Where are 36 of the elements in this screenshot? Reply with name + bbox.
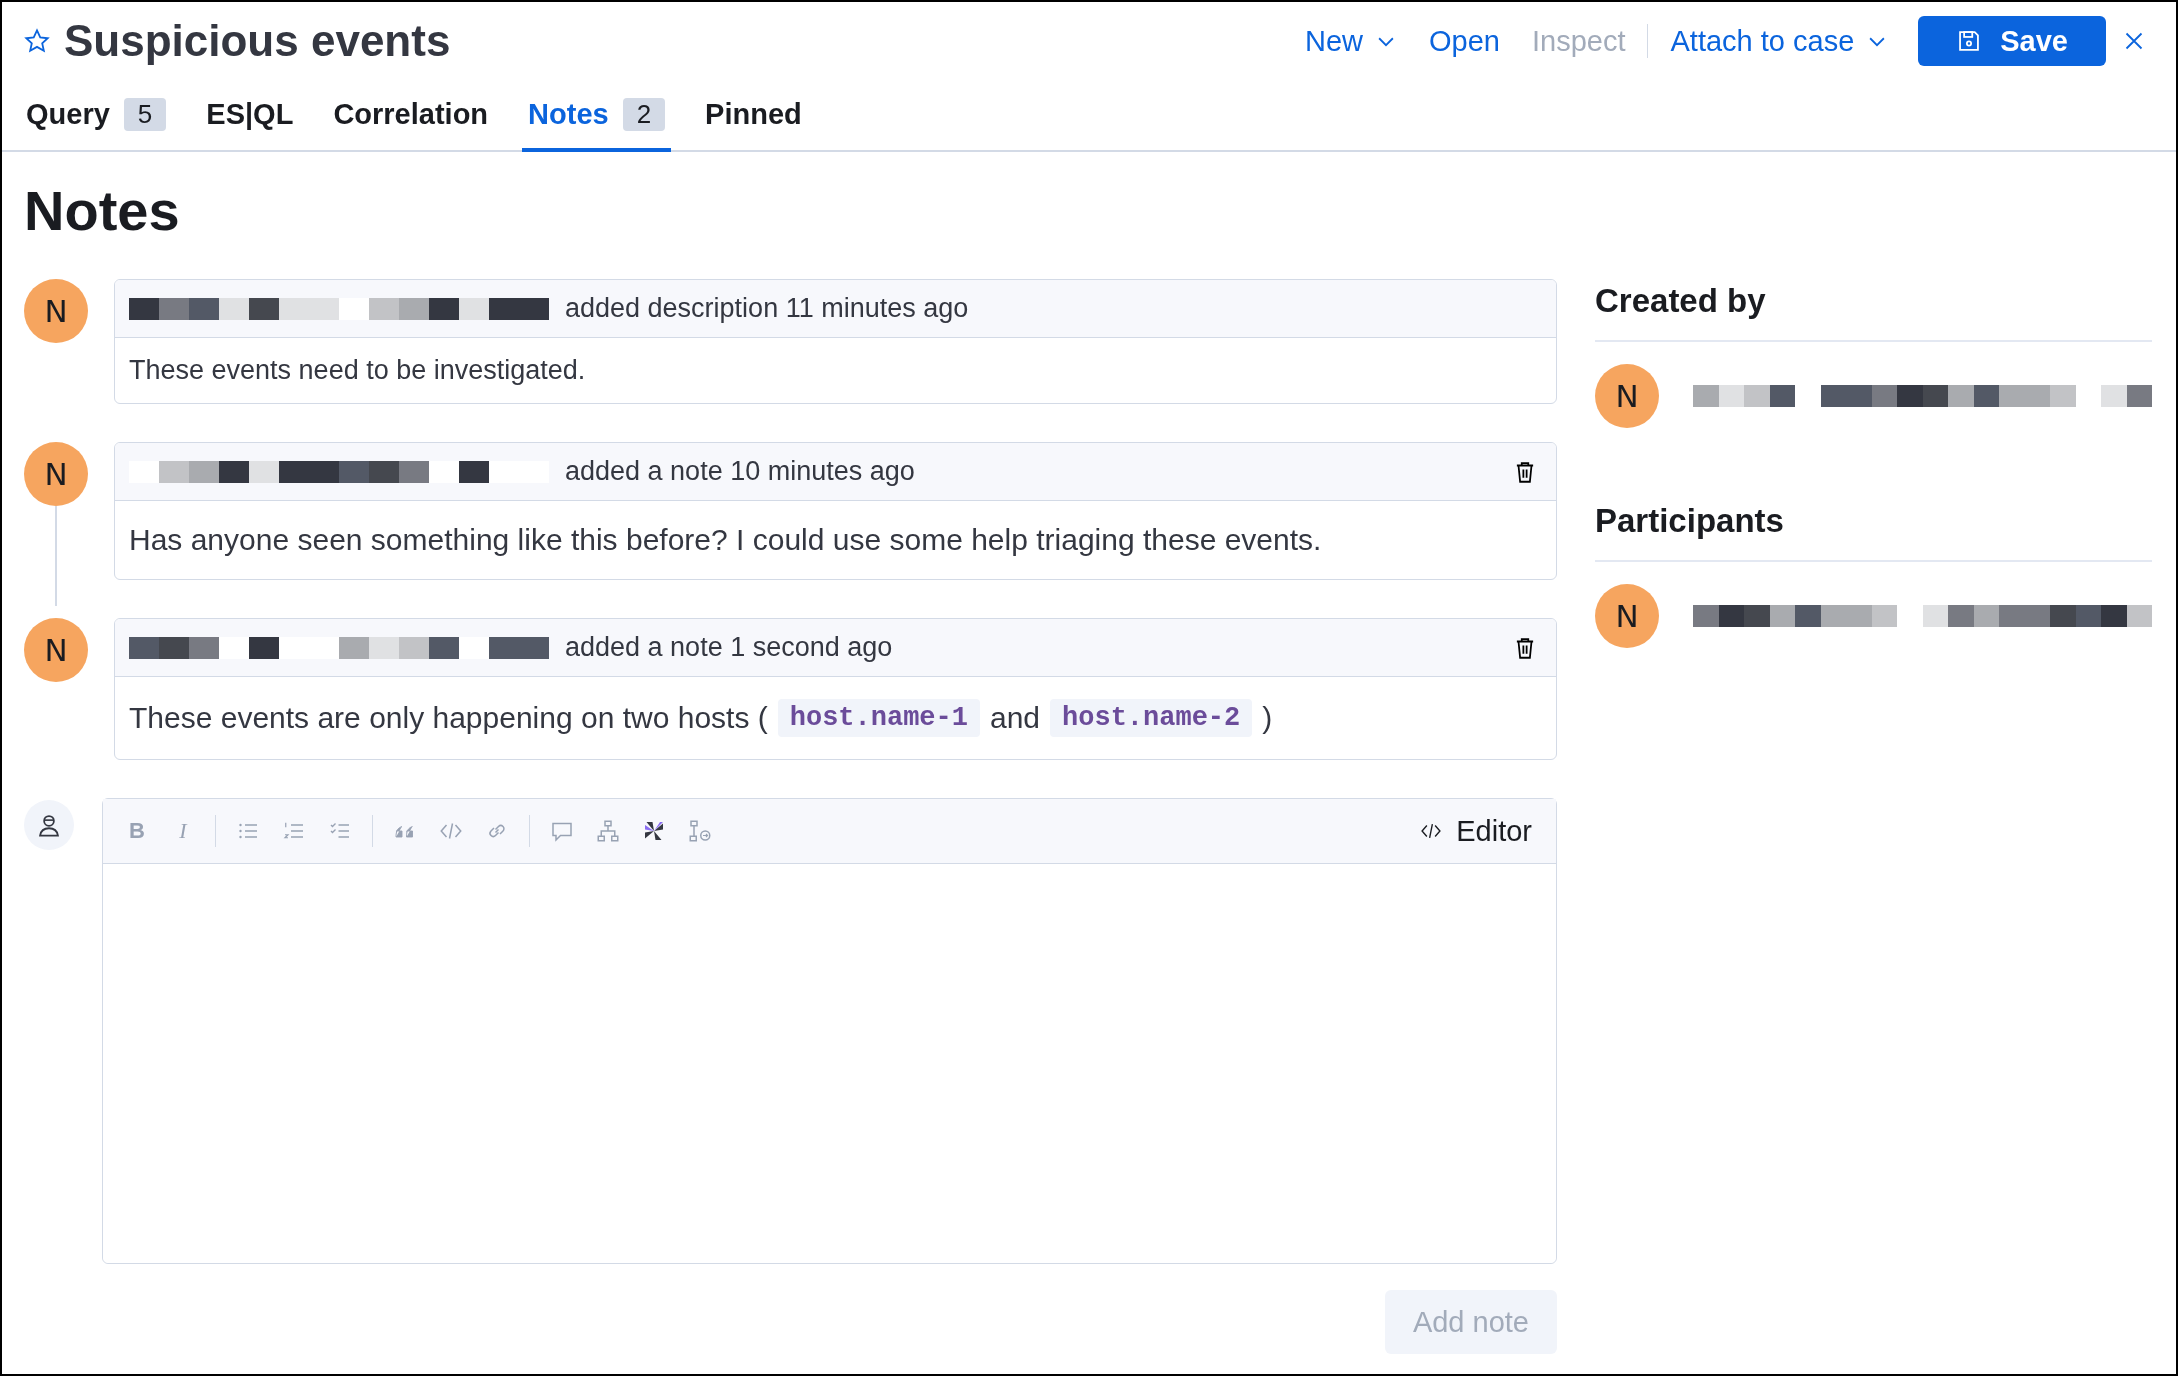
user-avatar: N bbox=[24, 442, 88, 506]
note-meta: added a note 10 minutes ago bbox=[565, 456, 916, 487]
note-meta: added a note 1 second ago bbox=[565, 632, 894, 663]
note-meta: added description 11 minutes ago bbox=[565, 293, 970, 324]
tab[interactable]: Pinned bbox=[699, 80, 808, 152]
code-snippet: host.name-2 bbox=[1050, 699, 1253, 737]
editor-mode-button[interactable]: Editor bbox=[1414, 813, 1538, 849]
page-heading: Notes bbox=[24, 178, 181, 243]
pinwheel-icon bbox=[642, 819, 666, 843]
tab[interactable]: Correlation bbox=[327, 80, 495, 152]
note-text: These events need to be investigated. bbox=[129, 355, 586, 386]
tree-arrow-icon bbox=[688, 819, 712, 843]
menu-button[interactable]: New bbox=[1289, 18, 1414, 64]
section-heading: Created by bbox=[1595, 282, 2152, 342]
tab[interactable]: ES|QL bbox=[200, 80, 300, 152]
menu-button[interactable]: Attach to case bbox=[1654, 18, 1905, 64]
user-avatar: N bbox=[1595, 584, 1659, 648]
note-text: and bbox=[989, 701, 1041, 735]
link-button[interactable]: Open bbox=[1413, 18, 1516, 64]
note-text: Has anyone seen something like this before? I could use some help triaging these events. bbox=[129, 523, 1322, 557]
tab[interactable]: Query 5 bbox=[20, 80, 173, 152]
count-badge: 5 bbox=[123, 97, 167, 131]
code-snippet: host.name-1 bbox=[777, 699, 980, 737]
user-avatar: N bbox=[1595, 364, 1659, 428]
count-badge: 2 bbox=[622, 97, 666, 131]
section-heading: Participants bbox=[1595, 502, 2152, 562]
note-text: These events are only happening on two hosts ( bbox=[129, 701, 768, 735]
user-avatar: N bbox=[24, 618, 88, 682]
save-button[interactable]: Save bbox=[1918, 16, 2106, 66]
user-icon bbox=[36, 812, 62, 838]
note-text: ) bbox=[1262, 701, 1273, 735]
tab[interactable]: Notes 2 bbox=[522, 80, 672, 152]
timeline-title: Suspicious events bbox=[64, 16, 451, 66]
tree-icon bbox=[596, 819, 620, 843]
user-avatar: N bbox=[24, 279, 88, 343]
star-icon[interactable] bbox=[24, 28, 50, 54]
